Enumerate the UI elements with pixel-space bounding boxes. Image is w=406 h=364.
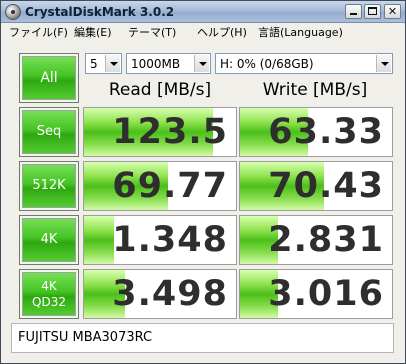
4k-read-result: 1.348 xyxy=(83,215,237,265)
seq-write-value: 63.33 xyxy=(268,112,384,152)
close-button[interactable]: ✕ xyxy=(384,4,401,19)
chevron-down-icon[interactable] xyxy=(194,55,209,72)
menu-help[interactable]: ヘルプ(H) xyxy=(197,25,247,40)
run-4k-button[interactable]: 4K xyxy=(19,215,79,265)
seq-read-result: 123.5 xyxy=(83,107,237,157)
run-512k-button[interactable]: 512K xyxy=(19,161,79,211)
seq-write-result: 63.33 xyxy=(239,107,393,157)
4k-read-bar xyxy=(84,216,115,264)
seq-label: Seq xyxy=(36,124,62,139)
4k-read-value: 1.348 xyxy=(112,220,228,260)
4k-qd32-label-line2: QD32 xyxy=(32,295,66,309)
4k-qd32-write-result: 3.016 xyxy=(239,269,393,319)
main-panel: All 5 1000MB H: 0% (0/68GB) Read [MB/s] … xyxy=(5,45,401,361)
512k-read-result: 69.77 xyxy=(83,161,237,211)
title-bar[interactable]: CrystalDiskMark 3.0.2 ✕ xyxy=(1,1,405,23)
4k-write-value: 2.831 xyxy=(268,220,384,260)
window-title: CrystalDiskMark 3.0.2 xyxy=(25,5,175,19)
seq-read-value: 123.5 xyxy=(112,112,228,152)
512k-label: 512K xyxy=(32,178,66,193)
test-count-value: 5 xyxy=(90,57,98,71)
menu-file[interactable]: ファイル(F) xyxy=(9,25,68,40)
4k-qd32-label-line1: 4K xyxy=(41,279,57,293)
512k-read-value: 69.77 xyxy=(112,166,228,206)
menu-bar: ファイル(F) 編集(E) テーマ(T) ヘルプ(H) 言語(Language) xyxy=(1,23,405,42)
test-size-select[interactable]: 1000MB xyxy=(126,53,211,74)
4k-qd32-read-value: 3.498 xyxy=(112,274,228,314)
comment-field[interactable]: FUJITSU MBA3073RC xyxy=(11,323,394,353)
4k-label: 4K xyxy=(40,232,58,247)
disk-app-icon[interactable] xyxy=(5,4,21,20)
write-column-header: Write [MB/s] xyxy=(262,80,368,100)
menu-edit[interactable]: 編集(E) xyxy=(74,25,112,40)
512k-write-value: 70.43 xyxy=(268,166,384,206)
4k-qd32-read-result: 3.498 xyxy=(83,269,237,319)
test-count-select[interactable]: 5 xyxy=(85,53,122,74)
read-column-header: Read [MB/s] xyxy=(108,80,212,100)
close-icon: ✕ xyxy=(387,5,398,18)
run-all-button[interactable]: All xyxy=(19,53,79,103)
menu-theme[interactable]: テーマ(T) xyxy=(128,25,176,40)
run-all-label: All xyxy=(40,70,58,86)
4k-write-result: 2.831 xyxy=(239,215,393,265)
run-4k-qd32-button[interactable]: 4K QD32 xyxy=(19,269,79,319)
menu-language[interactable]: 言語(Language) xyxy=(258,25,343,40)
drive-value: H: 0% (0/68GB) xyxy=(220,57,314,71)
4k-qd32-write-value: 3.016 xyxy=(268,274,384,314)
minimize-icon xyxy=(350,13,357,15)
drive-select[interactable]: H: 0% (0/68GB) xyxy=(215,53,393,74)
test-size-value: 1000MB xyxy=(131,57,181,71)
run-seq-button[interactable]: Seq xyxy=(19,107,79,157)
512k-write-result: 70.43 xyxy=(239,161,393,211)
maximize-button[interactable] xyxy=(364,4,381,19)
maximize-icon xyxy=(368,7,377,15)
chevron-down-icon[interactable] xyxy=(105,55,120,72)
minimize-button[interactable] xyxy=(345,4,362,19)
chevron-down-icon[interactable] xyxy=(376,55,391,72)
app-window: CrystalDiskMark 3.0.2 ✕ ファイル(F) 編集(E) テー… xyxy=(0,0,406,364)
